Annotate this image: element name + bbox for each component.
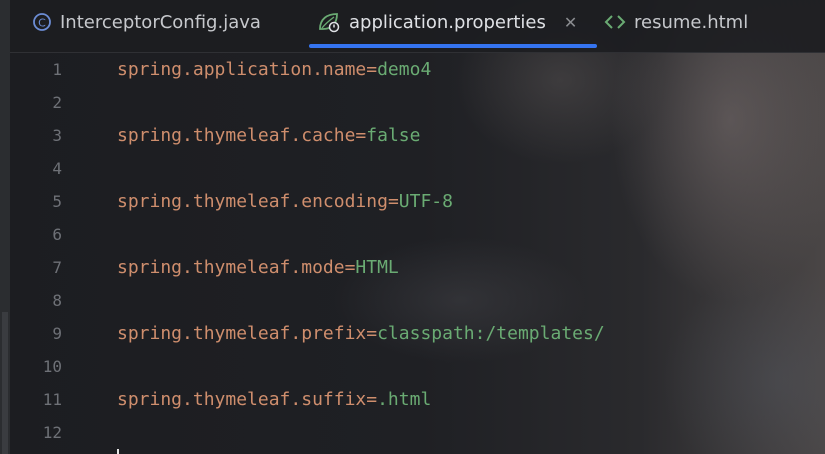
line-number-gutter: 1 2 3 4 5 6 7 8 9 10 11 12 bbox=[10, 52, 62, 454]
spring-leaf-icon bbox=[317, 11, 341, 33]
property-value: demo4 bbox=[377, 59, 432, 80]
code-line-7[interactable]: spring.thymeleaf.mode=HTML bbox=[117, 257, 399, 279]
line-number: 5 bbox=[52, 192, 62, 211]
tab-label: InterceptorConfig.java bbox=[60, 11, 261, 33]
scrollbar-thumb[interactable] bbox=[2, 312, 8, 454]
property-key: spring.thymeleaf.cache bbox=[117, 125, 356, 146]
line-number: 1 bbox=[52, 60, 62, 79]
svg-text:C: C bbox=[38, 17, 46, 30]
equals-sign: = bbox=[366, 389, 378, 410]
line-number: 2 bbox=[52, 93, 62, 112]
tab-application-properties[interactable]: application.properties ✕ bbox=[317, 0, 577, 44]
active-tab-indicator bbox=[309, 44, 597, 48]
property-key: spring.thymeleaf.suffix bbox=[117, 389, 367, 410]
line-number: 12 bbox=[42, 423, 62, 442]
equals-sign: = bbox=[366, 59, 378, 80]
equals-sign: = bbox=[344, 257, 356, 278]
close-icon[interactable]: ✕ bbox=[564, 13, 577, 32]
property-key: spring.thymeleaf.mode bbox=[117, 257, 345, 278]
line-number: 3 bbox=[52, 126, 62, 145]
property-value: classpath:/templates/ bbox=[377, 323, 605, 344]
code-line-9[interactable]: spring.thymeleaf.prefix=classpath:/templ… bbox=[117, 323, 605, 345]
tab-interceptorconfig-java[interactable]: C InterceptorConfig.java bbox=[32, 0, 261, 44]
property-key: spring.thymeleaf.encoding bbox=[117, 191, 388, 212]
line-number: 9 bbox=[52, 324, 62, 343]
left-scroll-edge[interactable] bbox=[0, 0, 10, 454]
line-number: 4 bbox=[52, 159, 62, 178]
text-caret bbox=[117, 449, 119, 454]
code-editor[interactable]: 1 2 3 4 5 6 7 8 9 10 11 12 spring.applic… bbox=[10, 52, 825, 454]
java-class-icon: C bbox=[32, 12, 52, 32]
line-number: 10 bbox=[42, 357, 62, 376]
line-number: 8 bbox=[52, 291, 62, 310]
line-number: 7 bbox=[52, 258, 62, 277]
tab-label: application.properties bbox=[349, 11, 546, 33]
html-icon bbox=[604, 13, 626, 31]
equals-sign: = bbox=[366, 323, 378, 344]
property-key: spring.application.name bbox=[117, 59, 367, 80]
property-value: false bbox=[366, 125, 421, 146]
code-line-11[interactable]: spring.thymeleaf.suffix=.html bbox=[117, 389, 431, 411]
property-value: HTML bbox=[355, 257, 399, 278]
equals-sign: = bbox=[355, 125, 367, 146]
tab-label: resume.html bbox=[634, 11, 749, 33]
code-line-1[interactable]: spring.application.name=demo4 bbox=[117, 59, 431, 81]
line-number: 6 bbox=[52, 225, 62, 244]
tab-resume-html[interactable]: resume.html bbox=[604, 0, 748, 44]
editor-tab-bar: C InterceptorConfig.java application.pro… bbox=[10, 0, 825, 53]
property-value: .html bbox=[377, 389, 432, 410]
equals-sign: = bbox=[387, 191, 399, 212]
line-number: 11 bbox=[42, 390, 62, 409]
code-line-5[interactable]: spring.thymeleaf.encoding=UTF-8 bbox=[117, 191, 453, 213]
property-key: spring.thymeleaf.prefix bbox=[117, 323, 367, 344]
property-value: UTF-8 bbox=[398, 191, 453, 212]
code-line-3[interactable]: spring.thymeleaf.cache=false bbox=[117, 125, 420, 147]
